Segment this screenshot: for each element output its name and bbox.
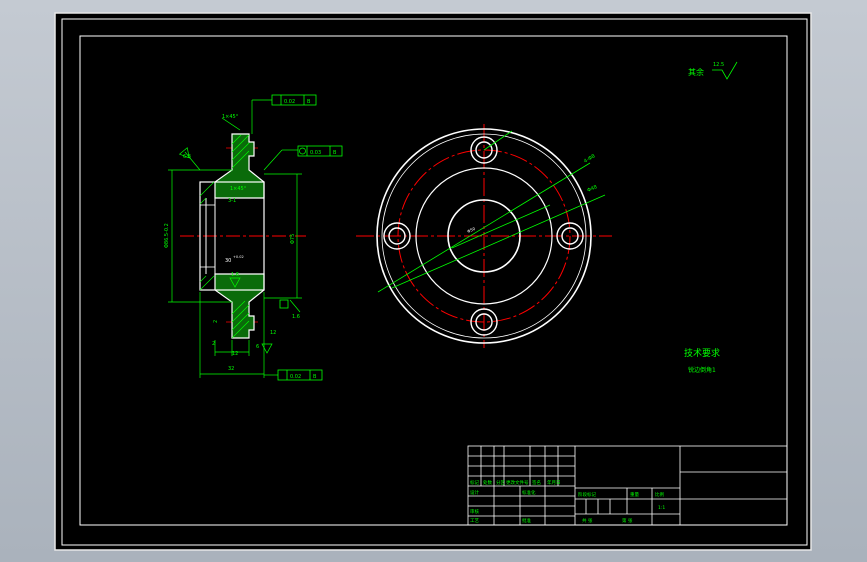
tech-requirements-title: 技术要求 xyxy=(684,347,720,359)
small-dim-2: 12 xyxy=(232,351,238,357)
tb-label-date: 年月日 xyxy=(547,479,561,486)
datum-frame-mid-value: 0.03 xyxy=(310,150,321,156)
angle-dim: 12 xyxy=(270,330,276,336)
width-dim: 32 xyxy=(228,366,234,372)
bore-depth: 30 xyxy=(225,258,231,264)
tb-weight: 重量 xyxy=(630,491,639,498)
roughness-side: 1.6 xyxy=(231,272,239,278)
tb-label-change: 更改文件号 xyxy=(506,479,529,486)
tb-design: 设计 xyxy=(470,489,479,496)
inner-dia-label: Φ75 xyxy=(290,234,296,244)
tb-sheet-total: 共 张 xyxy=(582,517,593,524)
small-dim-1: 2 xyxy=(213,320,219,323)
tb-label-zone: 分区 xyxy=(496,479,505,486)
bore-fit: +0.02 xyxy=(233,255,244,259)
tb-sheet-page: 第 张 xyxy=(622,517,633,524)
small-dim-3: 2 xyxy=(212,341,215,347)
roughness-note-value: 12.5 xyxy=(713,62,724,68)
tb-label-count: 处数 xyxy=(483,479,492,486)
chamfer-top: 1×45° xyxy=(222,114,239,120)
datum-frame-top-value: 0.02 xyxy=(284,99,295,105)
tech-requirements-body: 锐边倒角1 xyxy=(688,366,716,374)
tb-label-sign: 签名 xyxy=(532,479,541,486)
step-dim: 6 xyxy=(256,344,259,350)
tb-scale-value: 1:1 xyxy=(658,505,665,511)
tb-label-mark: 标记 xyxy=(470,479,479,486)
datum-frame-bottom-value: 0.02 xyxy=(290,374,301,380)
tb-stage: 阶段标记 xyxy=(578,491,596,498)
roughness-note-label: 其余 xyxy=(688,67,704,77)
tb-standard: 标准化 xyxy=(522,489,536,496)
tb-review: 审核 xyxy=(470,508,479,515)
tb-approve: 批准 xyxy=(522,517,531,524)
datum-frame-bottom-ref: B xyxy=(313,374,317,380)
datum-frame-mid-ref: B xyxy=(333,150,337,156)
tb-scale: 比例 xyxy=(655,491,664,498)
cad-drawing-canvas: 4-Φ8 Φ48 Φ50 0.02 B 0.03 B 0.02 B 1×45° … xyxy=(54,12,812,551)
roughness-left: 6.3 xyxy=(183,154,191,160)
tb-process: 工艺 xyxy=(470,518,479,524)
datum-frame-top-ref: B xyxy=(307,99,311,105)
chamfer-mid: 1×45° xyxy=(230,186,247,192)
bore-callout: 3-1 xyxy=(228,198,236,204)
outer-dia-label: Φ86.5-0.2 xyxy=(164,223,170,248)
roughness-bottom: 1.6 xyxy=(292,314,300,320)
